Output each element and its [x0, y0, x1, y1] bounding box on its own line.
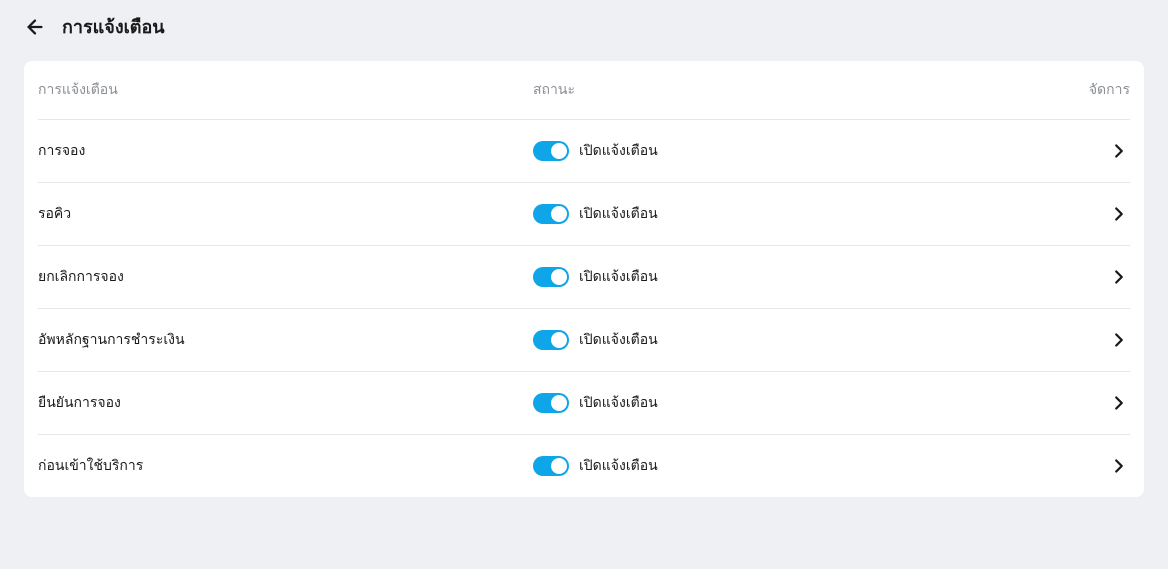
- notification-row: ยกเลิกการจอง เปิดแจ้งเตือน: [38, 246, 1130, 309]
- row-action-button[interactable]: [1070, 140, 1130, 162]
- status-label: เปิดแจ้งเตือน: [579, 392, 658, 414]
- toggle-knob: [551, 458, 567, 474]
- notification-name: การจอง: [38, 140, 533, 162]
- notification-status: เปิดแจ้งเตือน: [533, 329, 1070, 351]
- page-title: การแจ้งเตือน: [62, 12, 165, 41]
- column-header-name: การแจ้งเตือน: [38, 79, 533, 101]
- toggle-switch[interactable]: [533, 141, 569, 161]
- column-header-status: สถานะ: [533, 79, 1070, 101]
- notification-name: ยืนยันการจอง: [38, 392, 533, 414]
- arrow-left-icon: [24, 16, 46, 38]
- status-label: เปิดแจ้งเตือน: [579, 266, 658, 288]
- toggle-switch[interactable]: [533, 204, 569, 224]
- toggle-switch[interactable]: [533, 393, 569, 413]
- notification-status: เปิดแจ้งเตือน: [533, 203, 1070, 225]
- chevron-right-icon: [1108, 266, 1130, 288]
- toggle-knob: [551, 143, 567, 159]
- chevron-right-icon: [1108, 329, 1130, 351]
- chevron-right-icon: [1108, 455, 1130, 477]
- notification-row: ก่อนเข้าใช้บริการ เปิดแจ้งเตือน: [38, 435, 1130, 497]
- notification-row: การจอง เปิดแจ้งเตือน: [38, 120, 1130, 183]
- notification-status: เปิดแจ้งเตือน: [533, 392, 1070, 414]
- notifications-card: การแจ้งเตือน สถานะ จัดการ การจอง เปิดแจ้…: [24, 61, 1144, 497]
- toggle-switch[interactable]: [533, 267, 569, 287]
- notification-name: ยกเลิกการจอง: [38, 266, 533, 288]
- chevron-right-icon: [1108, 392, 1130, 414]
- row-action-button[interactable]: [1070, 392, 1130, 414]
- status-label: เปิดแจ้งเตือน: [579, 455, 658, 477]
- column-header-action: จัดการ: [1070, 79, 1130, 101]
- page-header: การแจ้งเตือน: [24, 12, 1144, 41]
- notification-status: เปิดแจ้งเตือน: [533, 140, 1070, 162]
- toggle-switch[interactable]: [533, 330, 569, 350]
- toggle-knob: [551, 395, 567, 411]
- row-action-button[interactable]: [1070, 203, 1130, 225]
- notification-status: เปิดแจ้งเตือน: [533, 266, 1070, 288]
- table-header: การแจ้งเตือน สถานะ จัดการ: [38, 61, 1130, 120]
- row-action-button[interactable]: [1070, 455, 1130, 477]
- notification-row: ยืนยันการจอง เปิดแจ้งเตือน: [38, 372, 1130, 435]
- notification-row: อัพหลักฐานการชำระเงิน เปิดแจ้งเตือน: [38, 309, 1130, 372]
- chevron-right-icon: [1108, 140, 1130, 162]
- toggle-knob: [551, 332, 567, 348]
- row-action-button[interactable]: [1070, 266, 1130, 288]
- notification-name: ก่อนเข้าใช้บริการ: [38, 455, 533, 477]
- chevron-right-icon: [1108, 203, 1130, 225]
- back-button[interactable]: [24, 16, 46, 38]
- notification-name: รอคิว: [38, 203, 533, 225]
- toggle-switch[interactable]: [533, 456, 569, 476]
- notification-row: รอคิว เปิดแจ้งเตือน: [38, 183, 1130, 246]
- status-label: เปิดแจ้งเตือน: [579, 140, 658, 162]
- notification-name: อัพหลักฐานการชำระเงิน: [38, 329, 533, 351]
- status-label: เปิดแจ้งเตือน: [579, 329, 658, 351]
- status-label: เปิดแจ้งเตือน: [579, 203, 658, 225]
- row-action-button[interactable]: [1070, 329, 1130, 351]
- toggle-knob: [551, 206, 567, 222]
- notification-status: เปิดแจ้งเตือน: [533, 455, 1070, 477]
- toggle-knob: [551, 269, 567, 285]
